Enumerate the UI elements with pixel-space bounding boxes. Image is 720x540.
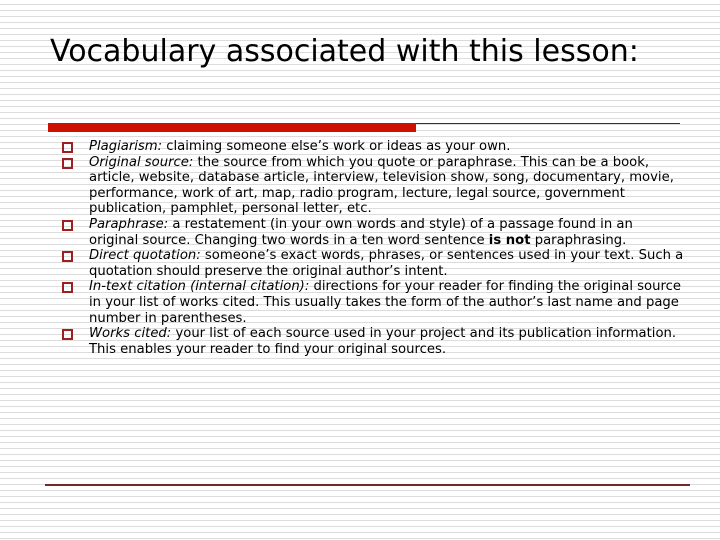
- vocab-term: Works cited:: [89, 326, 172, 342]
- vocab-definition-tail: paraphrasing.: [530, 232, 627, 248]
- square-bullet-icon: [62, 157, 73, 169]
- square-bullet-icon: [62, 329, 73, 341]
- list-item: Paraphrase: a restatement (in your own w…: [60, 217, 685, 248]
- list-item: Plagiarism: claiming someone else’s work…: [60, 139, 685, 155]
- vocab-term: In-text citation (internal citation):: [89, 279, 310, 295]
- vocab-definition: your list of each source used in your pr…: [89, 326, 677, 357]
- list-item: Original source: the source from which y…: [60, 155, 685, 217]
- vocab-term: Direct quotation:: [89, 248, 201, 264]
- page-title: Vocabulary associated with this lesson:: [50, 34, 639, 69]
- vocab-emphasis: is not: [488, 232, 531, 248]
- header-rule-accent: [48, 123, 416, 132]
- list-item: Works cited: your list of each source us…: [60, 326, 685, 357]
- list-item: Direct quotation: someone’s exact words,…: [60, 248, 685, 279]
- square-bullet-icon: [62, 251, 73, 263]
- vocab-term: Paraphrase:: [89, 216, 169, 232]
- vocab-definition: claiming someone else’s work or ideas as…: [162, 139, 511, 154]
- square-bullet-icon: [62, 282, 73, 294]
- footer-rule: [45, 484, 690, 486]
- vocabulary-list: Plagiarism: claiming someone else’s work…: [60, 139, 685, 357]
- list-item: In-text citation (internal citation): di…: [60, 279, 685, 326]
- slide-canvas: Vocabulary associated with this lesson: …: [0, 0, 720, 540]
- square-bullet-icon: [62, 219, 73, 231]
- title-block: Vocabulary associated with this lesson:: [50, 34, 650, 70]
- vocab-term: Original source:: [89, 154, 194, 170]
- square-bullet-icon: [62, 142, 73, 153]
- vocab-term: Plagiarism:: [89, 139, 163, 154]
